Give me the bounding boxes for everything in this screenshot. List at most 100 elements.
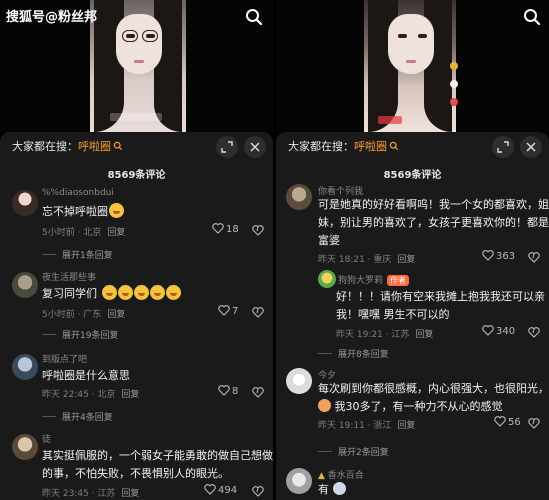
like-count: 494	[218, 485, 238, 496]
reply-button[interactable]: 回复	[107, 310, 125, 320]
reply-button[interactable]: 回复	[397, 255, 415, 265]
left-phone-screen: 搜狐号@粉丝邦 大家都在搜：呼啦圈 8569条评论 %%diaosonbdui …	[0, 0, 273, 500]
like-count: 8	[232, 386, 239, 397]
comment-text-line: 好！！！请你有空来我摊上抱我我还可以亲	[336, 290, 545, 303]
like-count: 7	[232, 306, 239, 317]
comment-text-line: 的事，不怕失败，不畏惧别人的眼光。	[42, 467, 229, 480]
heart-icon	[494, 416, 506, 427]
dislike-icon[interactable]	[528, 417, 540, 429]
live-icon[interactable]	[450, 98, 458, 106]
comment-meta: 5小时前 · 广东 回复	[42, 310, 126, 320]
heart-icon	[204, 484, 216, 495]
search-query-link[interactable]: 呼啦圈	[78, 140, 111, 153]
like-button[interactable]: 56	[494, 416, 521, 428]
reply-button[interactable]: 回复	[107, 228, 125, 238]
suggested-search[interactable]: 大家都在搜：呼啦圈	[12, 140, 123, 154]
comment-meta: 昨天 18:21 · 重庆 回复	[318, 255, 416, 265]
avatar[interactable]	[286, 468, 312, 494]
sticker-icon[interactable]	[450, 62, 458, 70]
like-button[interactable]: 7	[218, 305, 238, 317]
reply-button[interactable]: 回复	[121, 489, 139, 499]
like-count: 363	[496, 251, 516, 262]
like-count: 18	[226, 224, 239, 235]
dislike-icon[interactable]	[252, 306, 264, 318]
comment-text-line: 可是她真的好好看啊呜！我一个女的都喜欢，姐	[318, 198, 549, 211]
expand-sheet-button[interactable]	[492, 136, 514, 158]
reply-button[interactable]: 回复	[121, 390, 139, 400]
dislike-icon[interactable]	[252, 224, 264, 236]
search-prefix: 大家都在搜：	[12, 140, 78, 153]
emoji-icon	[318, 399, 331, 412]
search-icon[interactable]	[244, 7, 264, 27]
search-icon[interactable]	[522, 7, 542, 27]
reply-button[interactable]: 回复	[415, 330, 433, 340]
comment-username[interactable]: 徒	[42, 432, 51, 445]
like-icon[interactable]	[450, 80, 458, 88]
dislike-icon[interactable]	[252, 386, 264, 398]
avatar[interactable]	[286, 368, 312, 394]
search-small-icon	[389, 141, 399, 151]
suggested-search[interactable]: 大家都在搜：呼啦圈	[288, 140, 399, 154]
comment-text: 复习同学们	[42, 285, 181, 302]
comment-meta: 昨天 19:11 · 浙江 回复	[318, 421, 416, 431]
comment-username[interactable]: 狗狗大罗莉 作者	[338, 273, 410, 286]
comment-text-line: 我！嘿嘿 男生不可以的	[336, 308, 450, 321]
expand-replies-button[interactable]: 展开1条回复	[42, 248, 113, 261]
like-button[interactable]: 340	[482, 325, 515, 337]
watermark: 搜狐号@粉丝邦	[6, 10, 98, 25]
heart-icon	[482, 325, 494, 336]
comment-username[interactable]: 到版点了吧	[42, 352, 87, 365]
comment-username[interactable]: %%diaosonbdui	[42, 188, 114, 198]
comment-count: 8569条评论	[107, 170, 166, 181]
comment-meta: 昨天 22:45 · 北京 回复	[42, 390, 140, 400]
laughing-emoji-icon	[133, 285, 149, 300]
search-query-link[interactable]: 呼啦圈	[354, 140, 387, 153]
comment-text-line: 富婆	[318, 234, 340, 247]
author-badge: 作者	[387, 275, 410, 286]
video-side-actions	[450, 62, 460, 116]
heart-icon	[218, 385, 230, 396]
comment-meta: 5小时前 · 北京 回复	[42, 228, 126, 238]
like-count: 340	[496, 326, 516, 337]
expand-sheet-button[interactable]	[216, 136, 238, 158]
laughing-emoji-icon	[101, 285, 117, 300]
dislike-icon[interactable]	[252, 485, 264, 497]
laughing-emoji-icon	[149, 285, 165, 300]
like-button[interactable]: 363	[482, 250, 515, 262]
video-thumbnail[interactable]	[90, 0, 186, 132]
avatar[interactable]	[318, 270, 336, 288]
like-button[interactable]: 18	[212, 223, 239, 235]
expand-replies-button[interactable]: 展开8条回复	[318, 347, 389, 360]
search-prefix: 大家都在搜：	[288, 140, 354, 153]
expand-replies-button[interactable]: 展开19条回复	[42, 328, 118, 341]
comment-text-line: 我30多了，有一种力不从心的感觉	[318, 398, 503, 415]
comment-text: 有	[318, 481, 346, 498]
video-area[interactable]: 搜狐号@粉丝邦	[0, 0, 273, 132]
expand-replies-button[interactable]: 展开4条回复	[42, 410, 113, 423]
avatar[interactable]	[12, 434, 38, 460]
expand-icon	[497, 141, 509, 153]
heart-icon	[212, 223, 224, 234]
like-button[interactable]: 494	[204, 484, 237, 496]
avatar[interactable]	[12, 190, 38, 216]
dislike-icon[interactable]	[528, 251, 540, 263]
avatar[interactable]	[12, 354, 38, 380]
video-area[interactable]	[276, 0, 549, 132]
like-button[interactable]: 8	[218, 385, 238, 397]
close-button[interactable]	[520, 136, 542, 158]
expand-replies-button[interactable]: 展开2条回复	[318, 445, 389, 458]
search-small-icon	[113, 141, 123, 151]
close-button[interactable]	[244, 136, 266, 158]
avatar[interactable]	[286, 184, 312, 210]
laughing-emoji-icon	[165, 285, 181, 300]
comment-text-line: 妹，别让男的喜欢了，女孩子更喜欢你的！都是	[318, 216, 549, 229]
video-thumbnail[interactable]	[364, 0, 456, 132]
reply-button[interactable]: 回复	[397, 421, 415, 431]
close-icon	[526, 142, 536, 152]
comment-text-line: 每次刷到你都很感概，内心很强大，也很阳光，	[318, 382, 549, 395]
comment-username[interactable]: 夜生活那些事	[42, 270, 96, 283]
close-icon	[250, 142, 260, 152]
avatar[interactable]	[12, 272, 38, 298]
comment-username[interactable]: ▲ 香水百合	[318, 468, 364, 481]
dislike-icon[interactable]	[528, 326, 540, 338]
